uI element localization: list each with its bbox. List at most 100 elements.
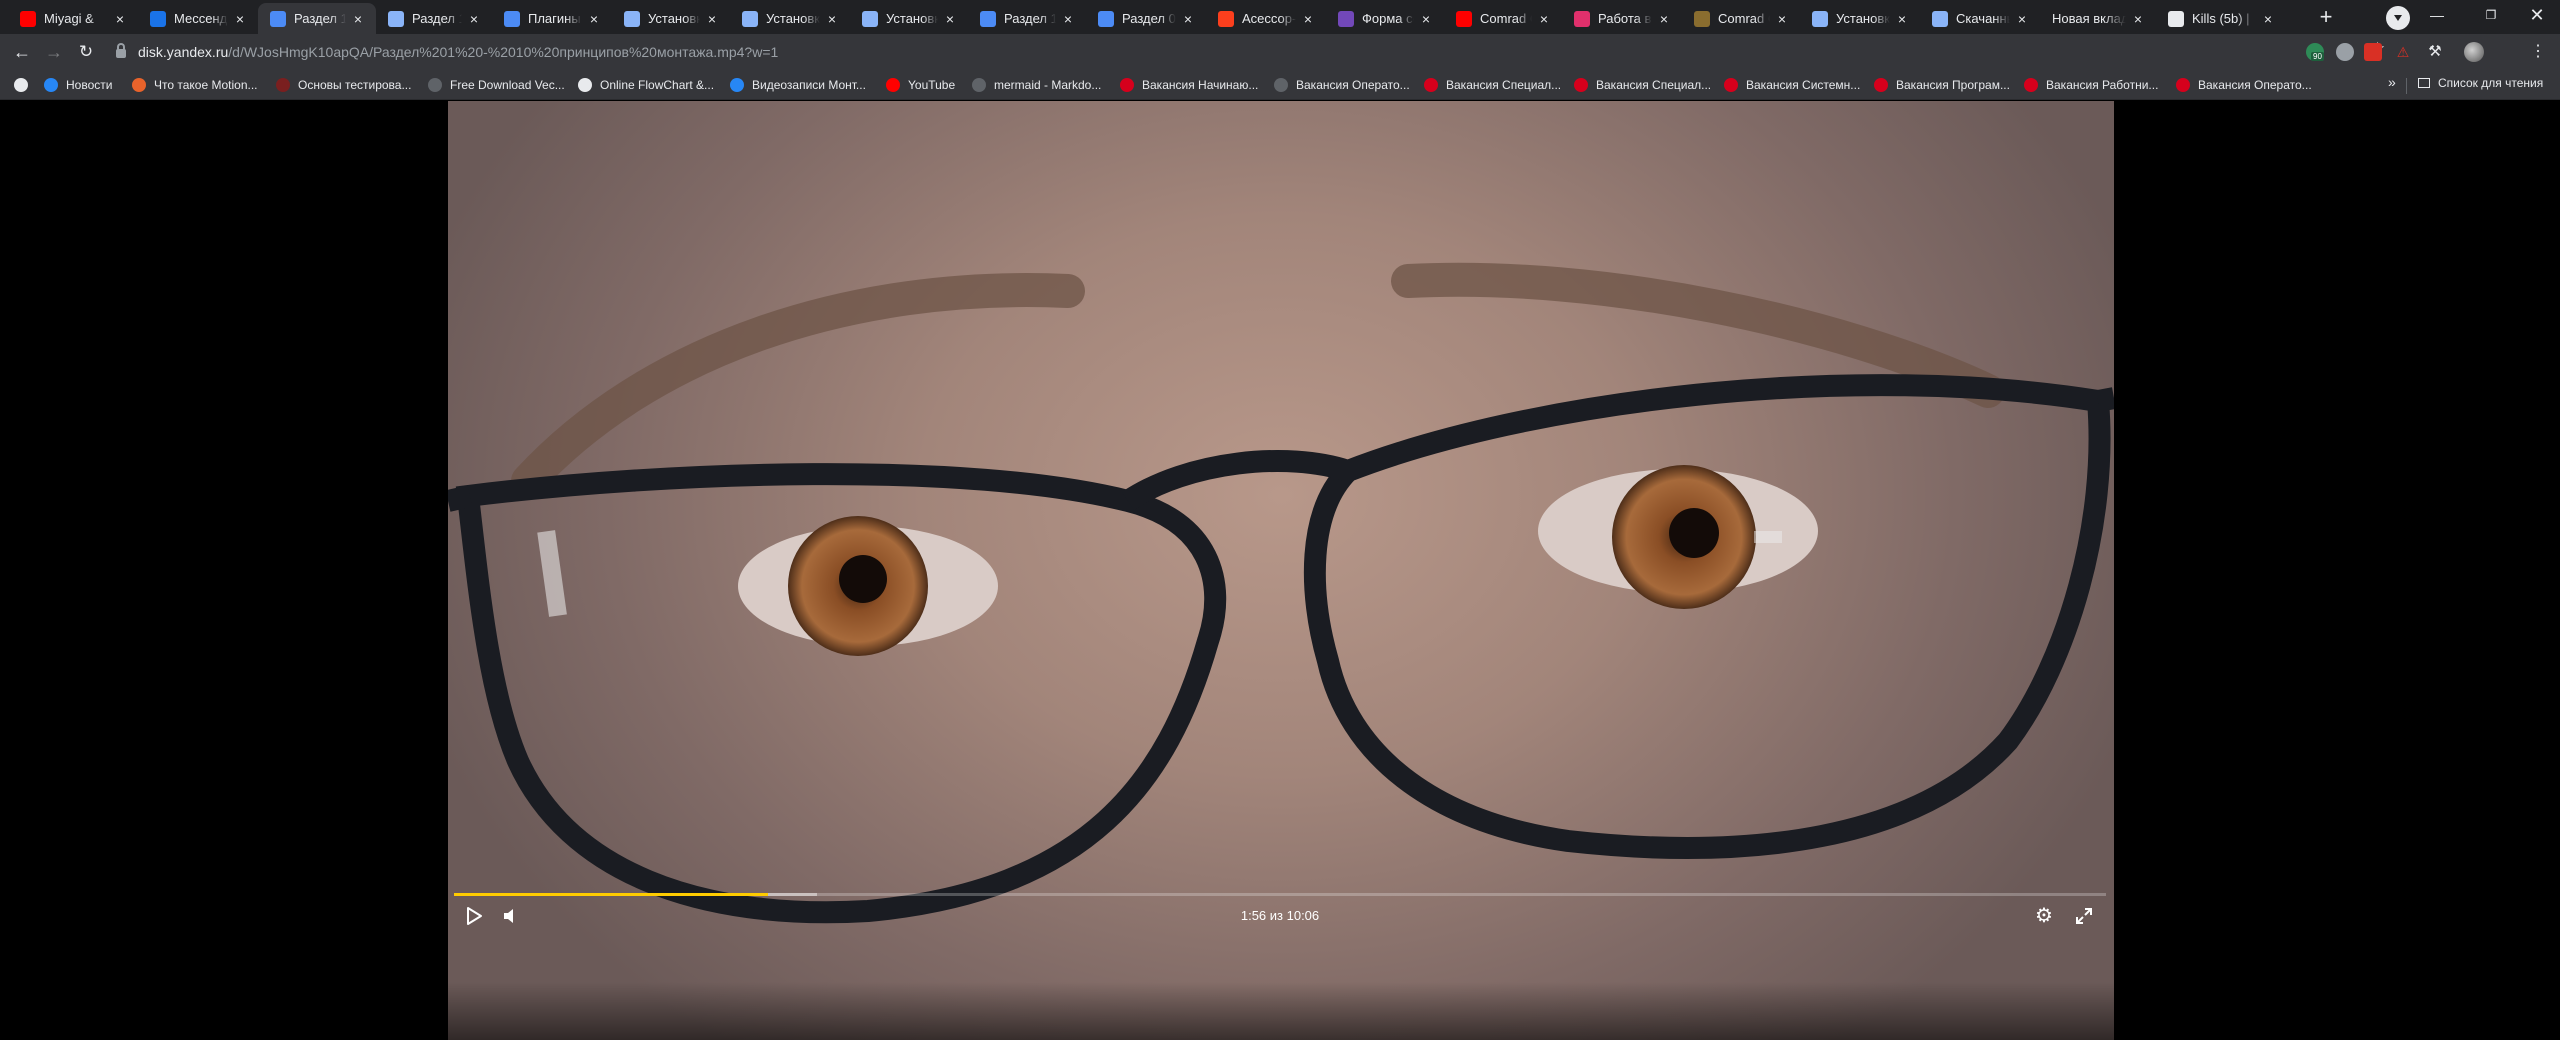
puzzle-icon[interactable]: ⚒ [2426, 43, 2444, 61]
bookmark-item[interactable]: Вакансия Операто... [2176, 76, 2312, 94]
close-tab-icon[interactable]: × [350, 11, 366, 27]
tab-12[interactable]: Форма со × [1326, 3, 1444, 34]
close-tab-icon[interactable]: × [1656, 11, 1672, 27]
close-tab-icon[interactable]: × [1180, 11, 1196, 27]
close-tab-icon[interactable]: × [704, 11, 720, 27]
tab-18[interactable]: Новая вкладка × [2040, 3, 2156, 34]
tab-19[interactable]: Kills (5b) | × [2156, 3, 2286, 34]
vk-icon [44, 78, 58, 92]
bookmark-item[interactable]: Вакансия Системн... [1724, 76, 1860, 94]
red-extension-icon[interactable] [2364, 43, 2382, 61]
bookmark-label: Что такое Motion... [154, 78, 258, 92]
bookmark-item[interactable]: Вакансия Операто... [1274, 76, 1410, 94]
tab-7[interactable]: Установка × [730, 3, 850, 34]
tab-5[interactable]: Плагины · × [492, 3, 612, 34]
tab-title: Comrad C [1718, 11, 1770, 26]
bookmark-item[interactable]: Вакансия Начинаю... [1120, 76, 1258, 94]
bookmark-item[interactable]: Вакансия Работни... [2024, 76, 2158, 94]
tab-title: Мессендж [174, 11, 228, 26]
extension-badge-icon[interactable]: 90 [2306, 43, 2324, 61]
menu-icon[interactable]: ⋮ [2524, 38, 2552, 66]
bookmark-item[interactable]: Новости [44, 76, 112, 94]
tab-15[interactable]: Comrad C × [1682, 3, 1800, 34]
close-tab-icon[interactable]: × [586, 11, 602, 27]
url-host: disk.yandex.ru [138, 44, 229, 60]
docs-icon [388, 10, 404, 27]
youtube-icon [1456, 10, 1472, 27]
apps-icon[interactable] [14, 76, 28, 94]
close-tab-icon[interactable]: × [824, 11, 840, 27]
bookmark-item[interactable]: Что такое Motion... [132, 76, 258, 94]
restore-button[interactable]: ❐ [2468, 0, 2514, 30]
close-tab-icon[interactable]: × [1418, 11, 1434, 27]
reading-list-button[interactable]: Список для чтения [2418, 76, 2543, 90]
bookmark-label: Вакансия Програм... [1896, 78, 2010, 92]
bookmark-label: mermaid - Markdo... [994, 78, 1102, 92]
tab-4[interactable]: Раздел 1 · × [376, 3, 492, 34]
close-tab-icon[interactable]: × [1894, 11, 1910, 27]
close-tab-icon[interactable]: × [2130, 11, 2146, 27]
docs-icon [862, 10, 878, 27]
tab-title: Установка [886, 11, 938, 26]
tab-10[interactable]: Раздел 0 · × [1086, 3, 1206, 34]
avatar[interactable] [2464, 42, 2484, 62]
tab-14[interactable]: Работа в × [1562, 3, 1682, 34]
settings-gear-icon[interactable]: ⚙ [2034, 906, 2054, 926]
close-tab-icon[interactable]: × [466, 11, 482, 27]
close-tab-icon[interactable]: × [2260, 11, 2276, 27]
vk-icon [730, 78, 744, 92]
tab-1[interactable]: Miyagi & × [8, 3, 138, 34]
bookmark-item[interactable]: Free Download Vec... [428, 76, 565, 94]
tab-8[interactable]: Установка × [850, 3, 968, 34]
extension-badge-count: 90 [2311, 52, 2324, 61]
forward-button[interactable]: → [40, 38, 68, 66]
tab-16[interactable]: Установка × [1800, 3, 1920, 34]
close-tab-icon[interactable]: × [2014, 11, 2030, 27]
back-button[interactable]: ← [8, 38, 36, 66]
tab-17[interactable]: Скачанны × [1920, 3, 2040, 34]
tab-11[interactable]: Асессор-р × [1206, 3, 1326, 34]
close-tab-icon[interactable]: × [1536, 11, 1552, 27]
tab-13[interactable]: Comrad C × [1444, 3, 1562, 34]
seek-bar[interactable] [454, 893, 2106, 896]
bookmark-label: Основы тестирова... [298, 78, 412, 92]
bookmark-item[interactable]: Вакансия Специал... [1424, 76, 1561, 94]
bookmark-label: Вакансия Специал... [1596, 78, 1712, 92]
tab-2[interactable]: Мессендж × [138, 3, 258, 34]
play-icon[interactable] [464, 906, 484, 926]
close-tab-icon[interactable]: × [1774, 11, 1790, 27]
bookmark-item[interactable]: Вакансия Програм... [1874, 76, 2010, 94]
close-tab-icon[interactable]: × [942, 11, 958, 27]
reload-button[interactable]: ↻ [72, 38, 100, 66]
bookmark-item[interactable]: mermaid - Markdo... [972, 76, 1101, 94]
tab-6[interactable]: Установка × [612, 3, 730, 34]
bookmark-item[interactable]: Основы тестирова... [276, 76, 411, 94]
tab-search-button[interactable] [2386, 6, 2410, 30]
fullscreen-icon[interactable] [2074, 906, 2094, 926]
close-window-button[interactable]: ✕ [2514, 0, 2560, 30]
close-tab-icon[interactable]: × [112, 11, 128, 27]
globe-extension-icon[interactable] [2336, 43, 2354, 61]
tab-9[interactable]: Раздел 1 · × [968, 3, 1086, 34]
close-tab-icon[interactable]: × [232, 11, 248, 27]
feather-icon [270, 10, 286, 27]
bookmark-item[interactable]: Вакансия Специал... [1574, 76, 1711, 94]
pdf-extension-icon[interactable]: ⚠ [2394, 43, 2412, 61]
tab-3[interactable]: Раздел 1 · × [258, 3, 376, 34]
hh-icon [1724, 78, 1738, 92]
lock-icon [116, 43, 126, 58]
minimize-button[interactable]: — [2414, 0, 2460, 30]
tab-title: Установка [1836, 11, 1890, 26]
seek-progress [454, 893, 768, 896]
video-frame[interactable] [448, 101, 2114, 1040]
bookmark-item[interactable]: YouTube [886, 76, 955, 94]
bookmark-item[interactable]: Online FlowChart &... [578, 76, 714, 94]
more-bookmarks-button[interactable]: » [2388, 74, 2396, 90]
close-tab-icon[interactable]: × [1300, 11, 1316, 27]
hh-icon [1574, 78, 1588, 92]
new-tab-button[interactable]: + [2312, 4, 2340, 32]
close-tab-icon[interactable]: × [1060, 11, 1076, 27]
volume-icon[interactable] [502, 907, 520, 925]
bookmark-item[interactable]: Видеозаписи Монт... [730, 76, 866, 94]
address-bar[interactable]: disk.yandex.ru /d/WJosHmgK10apQA/Раздел%… [110, 39, 2385, 65]
